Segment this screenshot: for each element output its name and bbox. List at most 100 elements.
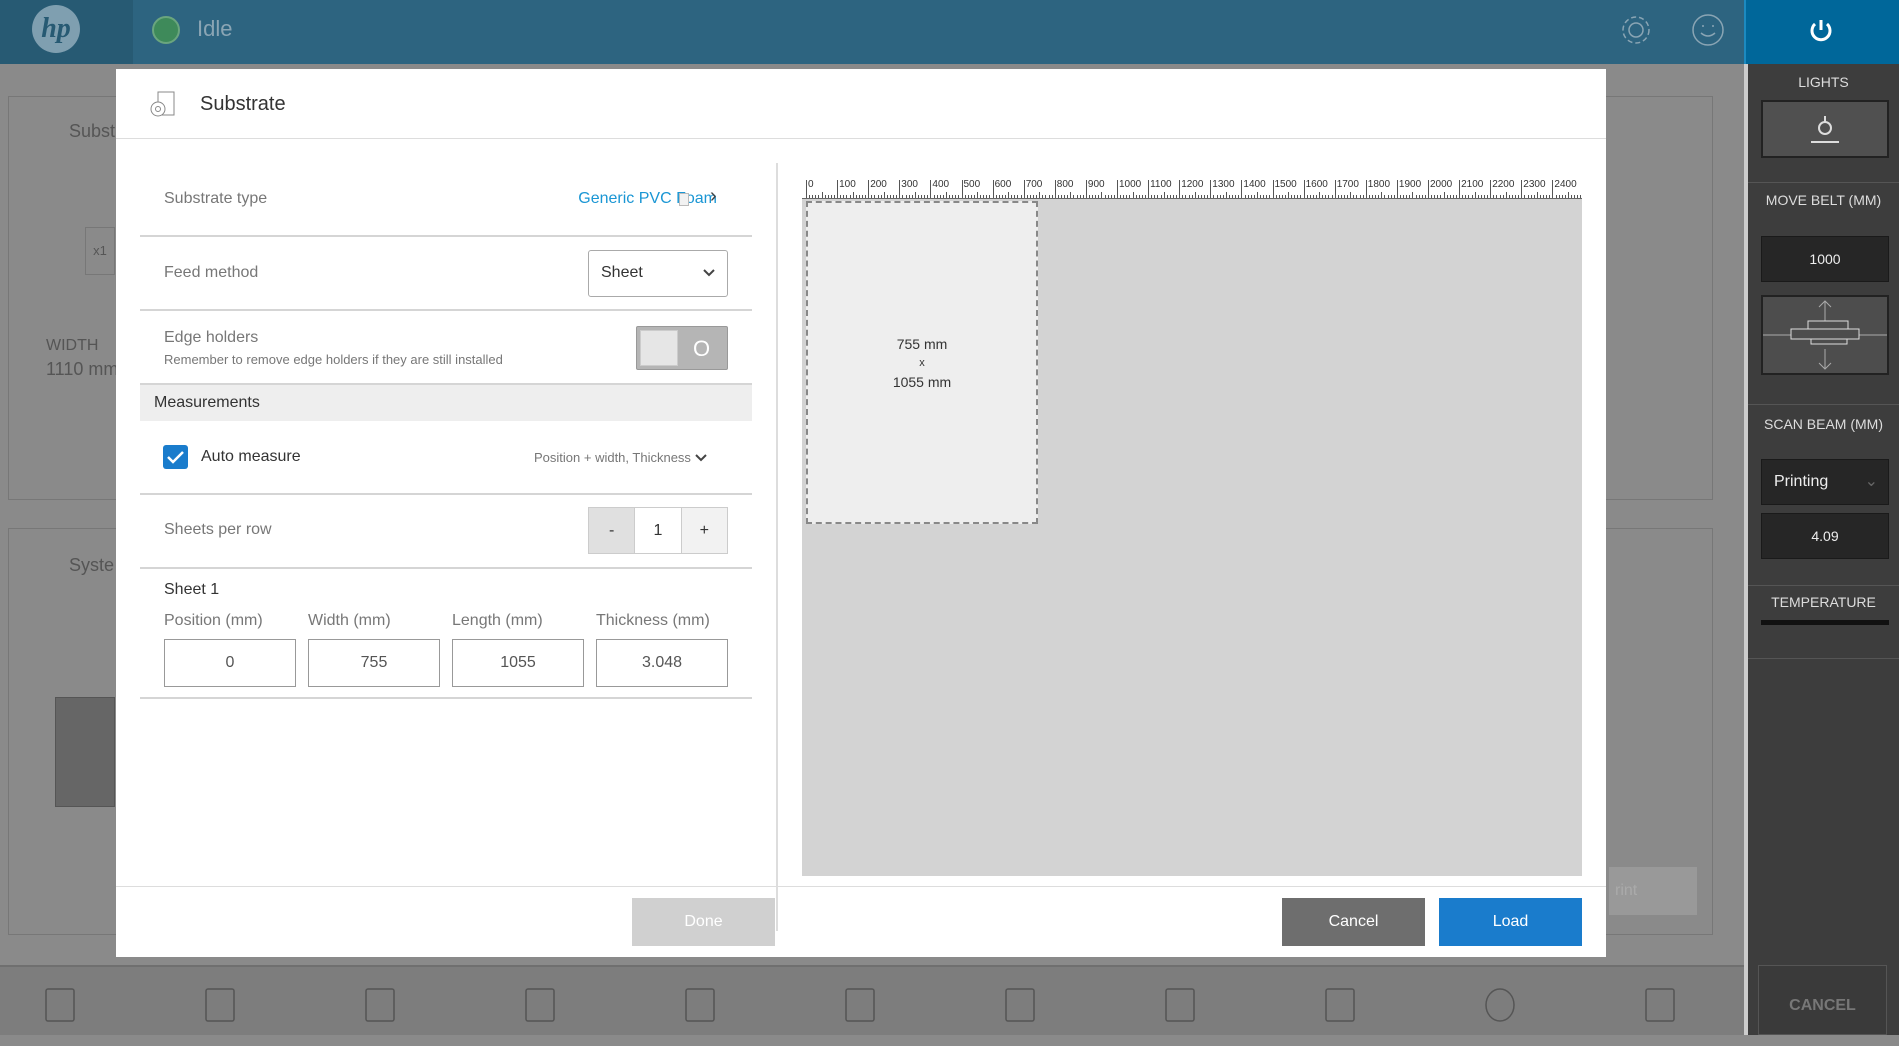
sheet-outline[interactable]: 755 mm x 1055 mm: [806, 201, 1038, 524]
auto-measure-checkbox[interactable]: [163, 445, 188, 469]
ink-drop-icon[interactable]: [360, 985, 400, 1025]
ruler-tick: [1269, 195, 1271, 198]
sheets-per-row-value[interactable]: 1: [635, 508, 682, 553]
cartridge-icon[interactable]: [1000, 985, 1040, 1025]
printhead-icon[interactable]: [520, 985, 560, 1025]
cancel-job-button[interactable]: CANCEL: [1758, 965, 1887, 1035]
move-belt-control[interactable]: [1761, 295, 1889, 375]
ruler-tick: [806, 180, 807, 198]
width-label: Width (mm): [308, 612, 391, 629]
auto-measure-label: Auto measure: [201, 448, 301, 465]
maintenance-wrench-icon[interactable]: [1320, 985, 1360, 1025]
length-input[interactable]: 1055: [452, 639, 584, 687]
ruler-tick: [1253, 195, 1255, 198]
ruler-tick: [1204, 195, 1206, 198]
ruler-tick: [1443, 192, 1445, 198]
ruler-tick: [924, 195, 926, 198]
ruler-tick: [1092, 195, 1094, 198]
ruler-tick: [1574, 195, 1576, 198]
ruler-tick: [927, 195, 929, 198]
ruler-tick: [1499, 195, 1501, 198]
ruler-tick: [1518, 195, 1520, 198]
ruler-tick: [893, 195, 895, 198]
power-icon: [1810, 20, 1832, 42]
ruler-tick: [1564, 195, 1566, 198]
ruler-tick: [889, 195, 891, 198]
position-label: Position (mm): [164, 612, 263, 629]
settings-gear-icon[interactable]: [1618, 12, 1654, 48]
ruler-tick: [1309, 195, 1311, 198]
ruler-tick: [1580, 195, 1582, 198]
decrement-button[interactable]: -: [589, 508, 636, 553]
ruler-tick: [1033, 195, 1035, 198]
width-value: 1110 mm: [46, 359, 119, 379]
done-button[interactable]: Done: [632, 898, 775, 946]
location-info-icon[interactable]: [1640, 985, 1680, 1025]
ruler-tick-label: 500: [963, 179, 981, 190]
cancel-button[interactable]: Cancel: [1282, 898, 1425, 946]
ruler-tick: [1272, 180, 1274, 198]
ruler-tick: [936, 195, 938, 198]
ruler-tick: [1502, 195, 1504, 198]
ruler-tick: [1157, 195, 1159, 198]
clipboard-icon[interactable]: [1160, 985, 1200, 1025]
increment-button[interactable]: +: [681, 508, 727, 553]
ruler-tick: [1418, 195, 1420, 198]
edge-holders-hint: Remember to remove edge holders if they …: [164, 352, 503, 367]
scan-beam-mode-select[interactable]: Printing ⌄: [1761, 459, 1889, 505]
substrate-type-link[interactable]: Generic PVC Foam: [578, 190, 717, 208]
ruler-tick: [1337, 195, 1339, 198]
ruler-tick: [1515, 195, 1517, 198]
ruler-tick: [1446, 195, 1448, 198]
ruler-tick-label: 1000: [1119, 179, 1142, 190]
auto-measure-mode-select[interactable]: Position + width, Thickness: [534, 450, 707, 465]
thickness-input[interactable]: 3.048: [596, 639, 728, 687]
ruler-tick: [1048, 195, 1050, 198]
ruler: 0 100 200 300 400 500 600 700 800 900 1000 1100 1200…: [802, 179, 1582, 199]
ruler-tick-label: 1400: [1243, 179, 1266, 190]
ruler-tick: [1064, 195, 1066, 198]
list-icon[interactable]: [40, 985, 80, 1025]
ruler-tick: [1278, 195, 1280, 198]
ruler-tick: [1235, 195, 1237, 198]
substrate-roll-icon: [150, 91, 175, 117]
ruler-tick: [1524, 195, 1526, 198]
ruler-tick: [973, 195, 975, 198]
print-button[interactable]: rint: [1609, 867, 1697, 915]
ruler-tick: [942, 195, 944, 198]
ruler-tick: [1241, 180, 1243, 198]
power-button[interactable]: [1744, 0, 1899, 64]
ruler-tick: [902, 195, 904, 198]
help-icon[interactable]: [1480, 985, 1520, 1025]
lights-button[interactable]: [1761, 100, 1889, 158]
ruler-tick: [1577, 195, 1579, 198]
move-belt-input[interactable]: 1000: [1761, 236, 1889, 282]
ruler-tick: [1539, 195, 1541, 198]
measurements-section-header: Measurements: [140, 385, 752, 421]
substrate-roll-icon[interactable]: [200, 985, 240, 1025]
scan-beam-input[interactable]: 4.09: [1761, 513, 1889, 559]
temperature-bar: [1761, 620, 1889, 625]
ruler-tick: [1487, 195, 1489, 198]
ruler-tick: [1144, 195, 1146, 198]
ruler-tick: [1225, 192, 1227, 198]
feed-method-select[interactable]: Sheet: [588, 250, 728, 297]
ruler-tick: [1008, 192, 1010, 198]
ruler-tick: [1331, 195, 1333, 198]
edge-holders-toggle[interactable]: O: [636, 326, 728, 370]
load-button[interactable]: Load: [1439, 898, 1582, 946]
printer-icon[interactable]: [680, 985, 720, 1025]
ruler-tick: [1521, 180, 1523, 198]
circles-icon[interactable]: [840, 985, 880, 1025]
width-input[interactable]: 755: [308, 639, 440, 687]
ruler-tick: [958, 195, 960, 198]
ruler-tick: [843, 195, 845, 198]
smiley-feedback-icon[interactable]: [1691, 13, 1725, 47]
printer-illustration: [55, 697, 115, 807]
ruler-tick: [1483, 195, 1485, 198]
ruler-tick: [1051, 195, 1053, 198]
sheet-dim-separator: x: [919, 357, 925, 369]
feed-method-value: Sheet: [601, 264, 643, 281]
chevron-right-icon[interactable]: ›: [710, 185, 717, 208]
position-input[interactable]: 0: [164, 639, 296, 687]
